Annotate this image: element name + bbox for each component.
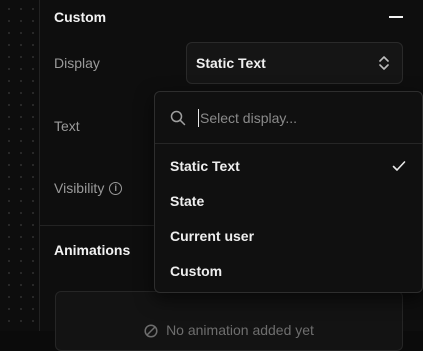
- option-custom[interactable]: Custom: [155, 253, 422, 288]
- display-select[interactable]: Static Text: [186, 42, 403, 84]
- option-label: Current user: [170, 227, 255, 244]
- option-static-text[interactable]: Static Text: [155, 148, 422, 183]
- ban-icon: [144, 324, 158, 338]
- chevron-up-down-icon: [379, 56, 389, 70]
- text-label: Text: [54, 118, 80, 134]
- display-search-input[interactable]: [198, 108, 407, 127]
- animations-empty-text: No animation added yet: [166, 322, 314, 338]
- option-state[interactable]: State: [155, 183, 422, 218]
- option-label: Custom: [170, 262, 223, 279]
- option-current-user[interactable]: Current user: [155, 218, 422, 253]
- animations-empty-state: No animation added yet: [55, 291, 403, 351]
- display-label: Display: [54, 55, 100, 71]
- display-dropdown-menu: Static Text State Current user Custom: [154, 91, 423, 293]
- display-label-text: Display: [54, 55, 100, 71]
- visibility-label-text: Visibility: [54, 180, 105, 196]
- dropdown-search-row: [155, 92, 422, 144]
- display-select-value: Static Text: [196, 55, 266, 71]
- text-label-text: Text: [54, 118, 80, 134]
- animations-section-title[interactable]: Animations: [54, 242, 130, 258]
- canvas-dot-grid: [0, 0, 39, 331]
- custom-section-header[interactable]: Custom: [54, 7, 403, 27]
- option-label: State: [170, 192, 205, 209]
- search-icon: [170, 110, 186, 125]
- info-icon[interactable]: i: [109, 181, 123, 195]
- custom-section-title: Custom: [54, 9, 107, 25]
- option-label: Static Text: [170, 157, 240, 174]
- dropdown-options-list: Static Text State Current user Custom: [155, 144, 422, 288]
- collapse-minus-icon[interactable]: [389, 16, 403, 18]
- visibility-label: Visibility i: [54, 180, 123, 196]
- checkmark-icon: [392, 160, 406, 171]
